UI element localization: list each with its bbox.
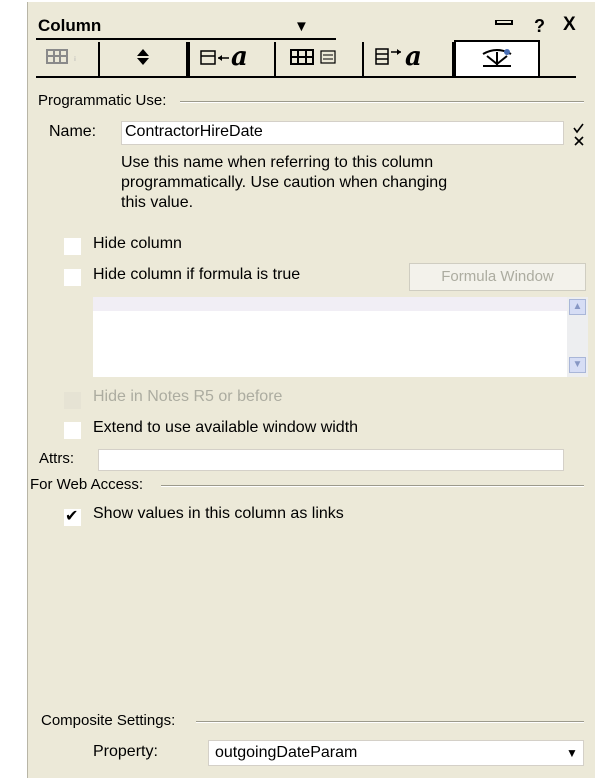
composite-settings-label: Composite Settings:	[41, 712, 176, 729]
formula-scrollbar[interactable]: ▲ ▼	[567, 297, 588, 377]
programmatic-use-divider	[180, 101, 584, 103]
title-row: Column ▼ ? X	[28, 2, 596, 40]
web-access-label: For Web Access:	[30, 476, 144, 493]
panel-title: Column	[38, 16, 102, 35]
name-help-line-2: programmatically. Use caution when chang…	[121, 174, 448, 191]
tab-baseline	[36, 76, 576, 78]
tab-advanced[interactable]	[454, 40, 540, 78]
property-label: Property:	[93, 743, 158, 760]
hide-if-formula-checkbox[interactable]	[64, 269, 81, 286]
tab-number-format[interactable]	[276, 42, 364, 76]
tab-sorting[interactable]	[100, 42, 188, 76]
header-font-icon: a	[199, 42, 265, 76]
title-font-icon: a	[373, 42, 443, 76]
column-properties-panel: Column ▼ ? X ᵢ a a Programmatic Use: Nam…	[27, 2, 595, 778]
help-button[interactable]: ?	[534, 16, 545, 37]
hide-column-checkbox[interactable]	[64, 238, 81, 255]
web-access-divider	[161, 485, 584, 487]
dock-icon[interactable]	[495, 20, 515, 28]
tab-column-info[interactable]: ᵢ	[36, 42, 100, 76]
checkmark-icon: ✔	[65, 508, 79, 525]
attrs-label: Attrs:	[39, 450, 75, 467]
column-name-field[interactable]: ContractorHireDate	[121, 121, 564, 145]
column-info-icon: ᵢ	[45, 47, 89, 72]
property-select[interactable]: outgoingDateParam ▼	[208, 740, 584, 766]
extend-width-label: Extend to use available window width	[93, 419, 359, 436]
number-format-icon	[289, 46, 349, 73]
scroll-down-icon[interactable]: ▼	[569, 357, 586, 373]
hide-formula-editor[interactable]: ▲ ▼	[93, 297, 588, 377]
dropdown-caret-icon: ▼	[294, 18, 309, 35]
close-button[interactable]: X	[563, 14, 576, 36]
attrs-field[interactable]	[98, 449, 564, 471]
hide-column-label: Hide column	[93, 235, 182, 252]
sort-icon	[135, 47, 151, 72]
scroll-up-icon[interactable]: ▲	[569, 299, 586, 315]
check-name-icon[interactable]	[572, 121, 586, 147]
extend-width-checkbox[interactable]	[64, 422, 81, 439]
name-help-line-1: Use this name when referring to this col…	[121, 154, 434, 171]
chevron-down-icon[interactable]: ▼	[562, 742, 582, 764]
properties-type-dropdown[interactable]: Column ▼	[36, 16, 336, 40]
tab-header-font[interactable]: a	[188, 42, 276, 76]
tab-title-font[interactable]: a	[364, 42, 454, 76]
property-value: outgoingDateParam	[215, 744, 358, 761]
composite-settings-divider	[196, 721, 584, 723]
tab-strip: ᵢ a a	[36, 40, 576, 78]
svg-text:ᵢ: ᵢ	[74, 51, 76, 64]
svg-text:a: a	[405, 43, 422, 71]
hide-in-r5-label: Hide in Notes R5 or before	[93, 388, 283, 405]
name-help-line-3: this value.	[121, 194, 194, 211]
hide-in-r5-checkbox[interactable]	[64, 392, 81, 409]
show-links-label: Show values in this column as links	[93, 505, 344, 522]
name-label: Name:	[49, 123, 97, 140]
programmatic-use-label: Programmatic Use:	[38, 92, 167, 109]
hide-if-formula-label: Hide column if formula is true	[93, 266, 301, 283]
svg-text:a: a	[231, 43, 248, 71]
formula-window-button[interactable]: Formula Window	[409, 263, 586, 291]
advanced-propeller-icon	[479, 46, 515, 75]
show-links-checkbox[interactable]: ✔	[64, 508, 81, 526]
